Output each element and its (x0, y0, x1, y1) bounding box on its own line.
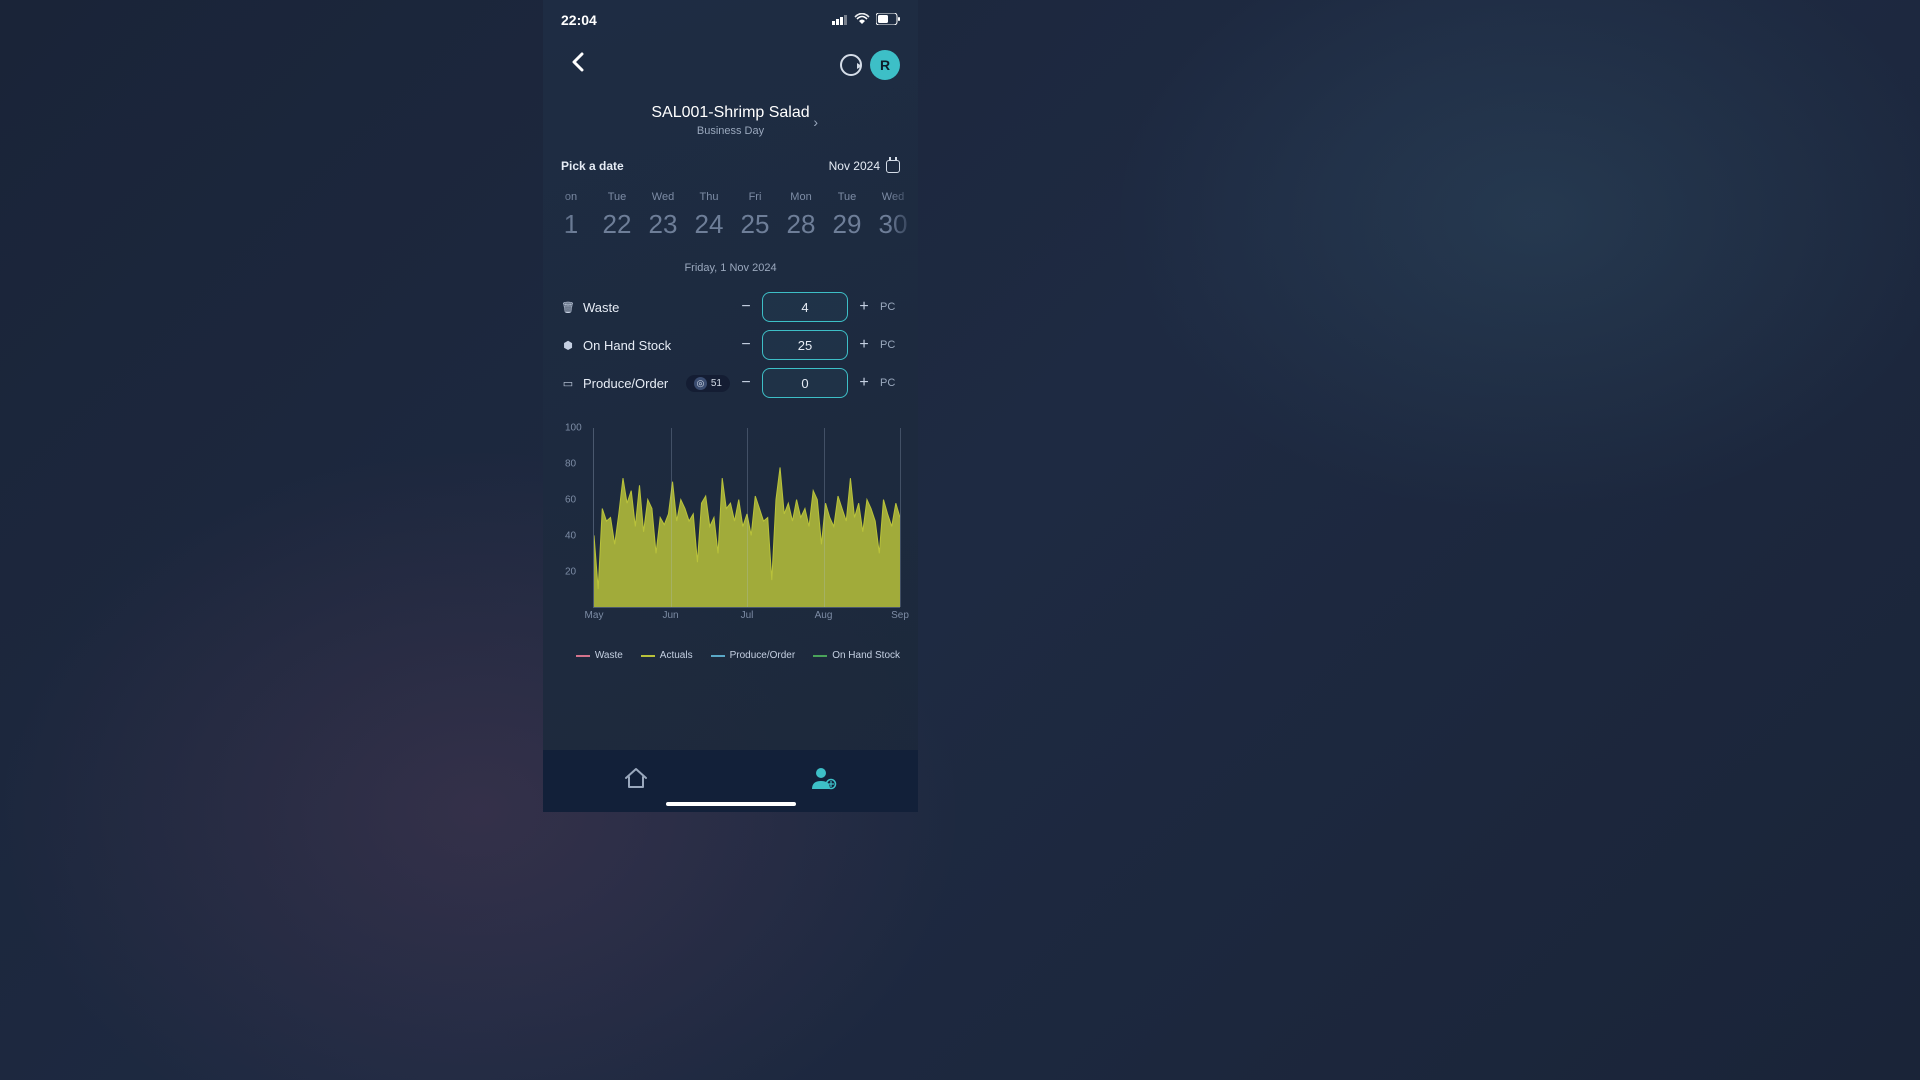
subtitle: Business Day (543, 125, 918, 137)
bottom-nav (543, 750, 918, 812)
status-right (832, 12, 900, 28)
cellular-icon (832, 12, 848, 28)
x-tick: Jun (662, 610, 678, 621)
x-tick: Sep (891, 610, 909, 621)
onhand-increment[interactable]: + (856, 336, 872, 354)
target-icon: ◎ (694, 377, 707, 390)
legend-waste: Waste (576, 650, 623, 661)
box-icon: ⬢ (561, 339, 575, 352)
logout-icon[interactable] (840, 54, 862, 76)
produce-decrement[interactable]: − (738, 374, 754, 392)
date-cell[interactable]: Tue29 (825, 191, 869, 240)
item-title: SAL001-Shrimp Salad (543, 104, 918, 122)
status-time: 22:04 (561, 12, 597, 28)
date-cell[interactable]: Thu31 (917, 191, 918, 240)
date-cell[interactable]: Fri25 (733, 191, 777, 240)
date-strip[interactable]: on1Tue22Wed23Thu24Fri25Mon28Tue29Wed30Th… (543, 191, 918, 240)
legend-produce: Produce/Order (711, 650, 796, 661)
onhand-decrement[interactable]: − (738, 336, 754, 354)
waste-input[interactable]: 4 (762, 292, 848, 322)
nav-bar: R (543, 40, 918, 90)
battery-icon (876, 12, 900, 28)
waste-label: Waste (583, 300, 730, 315)
month-label: Nov 2024 (829, 159, 880, 173)
onhand-input[interactable]: 25 (762, 330, 848, 360)
row-waste: 🗑 Waste − 4 + PC (561, 288, 900, 326)
title-block: SAL001-Shrimp Salad Business Day › (543, 104, 918, 137)
card-icon: ▭ (561, 377, 575, 390)
selected-date: Friday, 1 Nov 2024 (543, 262, 918, 274)
legend-onhand: On Hand Stock (813, 650, 900, 661)
legend-actuals: Actuals (641, 650, 693, 661)
recommended-pill[interactable]: ◎ 51 (686, 375, 730, 392)
pick-date-label: Pick a date (561, 159, 624, 173)
x-tick: Aug (815, 610, 833, 621)
waste-unit: PC (880, 301, 900, 313)
avatar[interactable]: R (870, 50, 900, 80)
y-tick: 60 (565, 495, 576, 506)
waste-increment[interactable]: + (856, 298, 872, 316)
date-cell[interactable]: Wed30 (871, 191, 915, 240)
trash-icon: 🗑 (561, 301, 575, 314)
phone-frame: 22:04 R SAL001-Shrimp Salad Business Day… (543, 0, 918, 812)
nav-home[interactable] (623, 766, 649, 796)
recommended-value: 51 (711, 378, 722, 389)
date-cell[interactable]: Tue22 (595, 191, 639, 240)
x-tick: Jul (741, 610, 754, 621)
y-tick: 20 (565, 567, 576, 578)
onhand-unit: PC (880, 339, 900, 351)
x-tick: May (585, 610, 604, 621)
row-onhand: ⬢ On Hand Stock − 25 + PC (561, 326, 900, 364)
date-cell[interactable]: Thu24 (687, 191, 731, 240)
produce-increment[interactable]: + (856, 374, 872, 392)
nav-profile[interactable] (810, 766, 838, 796)
date-cell[interactable]: Wed23 (641, 191, 685, 240)
status-bar: 22:04 (543, 0, 918, 40)
legend: Waste Actuals Produce/Order On Hand Stoc… (543, 650, 918, 661)
home-indicator (666, 802, 796, 806)
produce-label: Produce/Order (583, 376, 678, 391)
row-produce: ▭ Produce/Order ◎ 51 − 0 + PC (561, 364, 900, 402)
wifi-icon (854, 12, 870, 28)
date-cell[interactable]: on1 (549, 191, 593, 240)
calendar-icon (886, 160, 900, 173)
produce-input[interactable]: 0 (762, 368, 848, 398)
chart: MayJunJulAugSep 20406080100 (565, 424, 900, 624)
y-tick: 80 (565, 459, 576, 470)
date-cell[interactable]: Mon28 (779, 191, 823, 240)
produce-unit: PC (880, 377, 900, 389)
month-selector[interactable]: Nov 2024 (829, 159, 900, 173)
back-button[interactable] (571, 52, 585, 78)
waste-decrement[interactable]: − (738, 298, 754, 316)
y-tick: 100 (565, 423, 582, 434)
onhand-label: On Hand Stock (583, 338, 730, 353)
y-tick: 40 (565, 531, 576, 542)
chevron-right-icon[interactable]: › (813, 114, 818, 130)
